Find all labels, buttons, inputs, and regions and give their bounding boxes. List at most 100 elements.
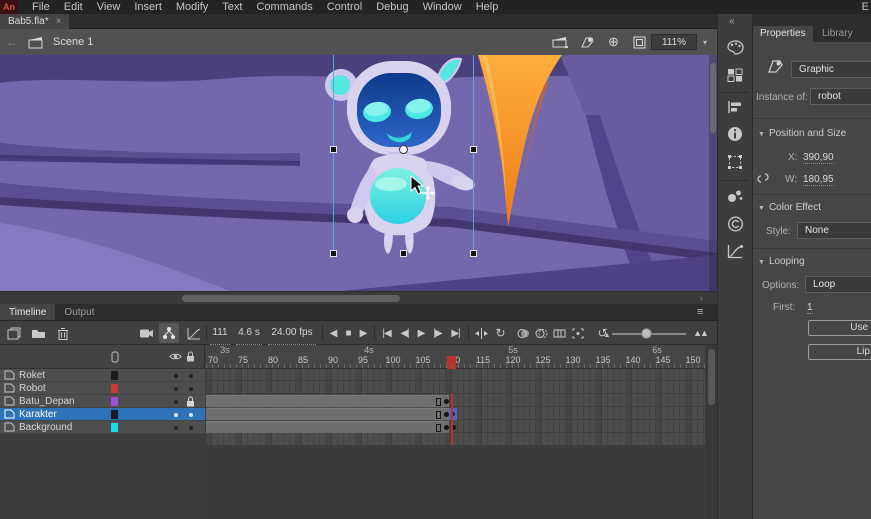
stage-horizontal-scrollbar[interactable]: ›	[0, 291, 717, 304]
layer-row-background[interactable]: Background	[0, 421, 205, 434]
layer-locked-icon[interactable]	[186, 396, 195, 407]
timeline-zoom-knob[interactable]	[641, 328, 652, 339]
visibility-dot[interactable]	[174, 400, 178, 404]
layer-color-swatch[interactable]	[111, 397, 118, 406]
lock-dot[interactable]	[189, 387, 193, 391]
stage-vertical-scrollbar[interactable]	[709, 55, 717, 291]
menu-window[interactable]: Window	[423, 0, 462, 14]
clip-content-button[interactable]	[633, 29, 646, 55]
edit-scene-button[interactable]	[552, 29, 568, 55]
w-value[interactable]: 180,95	[803, 174, 834, 186]
new-folder-button[interactable]	[28, 321, 48, 345]
layer-row-batu-depan[interactable]: Batu_Depan	[0, 395, 205, 408]
instance-name-field[interactable]: robot	[810, 88, 871, 105]
center-stage-button[interactable]: ⊕	[608, 29, 619, 55]
selection-handle-mid-left[interactable]	[330, 146, 337, 153]
lock-dot[interactable]	[189, 413, 193, 417]
selection-handle-mid-right[interactable]	[470, 146, 477, 153]
lock-dot[interactable]	[189, 374, 193, 378]
tab-properties[interactable]: Properties	[753, 26, 813, 42]
frame-span-background[interactable]	[206, 421, 449, 433]
frame-span-karakter[interactable]	[206, 408, 449, 420]
camera-button[interactable]	[136, 321, 156, 345]
go-to-first-frame-button[interactable]: |◀	[378, 321, 395, 345]
x-value[interactable]: 390,90	[803, 152, 834, 164]
play-forward-button[interactable]: ▶	[356, 321, 370, 345]
layer-color-swatch[interactable]	[111, 410, 118, 419]
visibility-dot[interactable]	[174, 426, 178, 430]
timeline-zoom-in-icon[interactable]: ▲▲	[690, 321, 710, 345]
align-panel-icon[interactable]	[727, 100, 743, 114]
use-frame-picker-button[interactable]: Use Fra	[808, 320, 871, 336]
menu-help[interactable]: Help	[476, 0, 499, 14]
selection-handle-bottom-left[interactable]	[330, 250, 337, 257]
section-position-size[interactable]: ▼Position and Size	[758, 128, 846, 139]
selection-edge-left[interactable]	[333, 55, 334, 254]
step-forward-one-frame-button[interactable]: |▶	[429, 321, 446, 345]
frame-rate[interactable]: 24.00 fps	[268, 321, 316, 345]
center-frame-button[interactable]	[472, 321, 490, 345]
tab-timeline[interactable]: Timeline	[0, 304, 55, 320]
close-icon[interactable]: ×	[56, 16, 62, 27]
visibility-dot[interactable]	[174, 374, 178, 378]
lock-dot[interactable]	[189, 426, 193, 430]
style-dropdown[interactable]: None	[797, 222, 871, 239]
menu-text[interactable]: Text	[222, 0, 242, 14]
onion-skin-outlines-button[interactable]	[533, 321, 550, 345]
layer-row-karakter[interactable]: Karakter	[0, 408, 205, 421]
menu-view[interactable]: View	[97, 0, 121, 14]
frame-grid[interactable]	[206, 369, 705, 445]
visibility-dot[interactable]	[174, 413, 178, 417]
info-panel-icon[interactable]	[727, 126, 743, 142]
expand-panels-icon[interactable]: «	[729, 16, 735, 27]
layer-color-swatch[interactable]	[111, 384, 118, 393]
menu-debug[interactable]: Debug	[376, 0, 408, 14]
selection-handle-bottom-right[interactable]	[470, 250, 477, 257]
modify-markers-button[interactable]	[569, 321, 586, 345]
menu-insert[interactable]: Insert	[134, 0, 162, 14]
transform-panel-icon[interactable]	[727, 154, 743, 170]
play-reverse-button[interactable]: ◀	[326, 321, 340, 345]
menu-modify[interactable]: Modify	[176, 0, 208, 14]
tab-library[interactable]: Library	[815, 26, 860, 42]
timeline-zoom-out-icon[interactable]: ▲	[600, 323, 614, 347]
selection-handle-bottom-center[interactable]	[400, 250, 407, 257]
color-panel-icon[interactable]	[727, 40, 744, 55]
onion-skin-button[interactable]	[515, 321, 532, 345]
edit-multiple-frames-button[interactable]	[551, 321, 568, 345]
go-to-last-frame-button[interactable]: ▶|	[447, 321, 464, 345]
lip-syncing-button[interactable]: Lip S	[808, 344, 871, 360]
delete-layer-button[interactable]	[53, 321, 73, 345]
stage-canvas[interactable]	[0, 55, 717, 291]
new-layer-button[interactable]	[4, 321, 24, 345]
brush-library-icon[interactable]	[727, 188, 743, 203]
layer-parenting-button[interactable]	[159, 323, 179, 343]
chevron-down-icon[interactable]: ▾	[703, 38, 707, 47]
lock-icon[interactable]	[186, 351, 195, 362]
scrollbar-thumb[interactable]	[182, 295, 400, 302]
edit-symbols-button[interactable]	[580, 29, 595, 55]
transform-point[interactable]	[399, 145, 408, 154]
timeline-ruler[interactable]: 3s 4s 5s 6s 70 75 80 85 90 95 100 105 11…	[206, 345, 705, 369]
frame-span-batu-depan[interactable]	[206, 395, 449, 407]
eye-icon[interactable]	[169, 352, 182, 361]
loop-playback-button[interactable]: ↻	[492, 321, 508, 345]
link-width-height-icon[interactable]	[756, 172, 770, 184]
tab-output[interactable]: Output	[55, 304, 103, 320]
visibility-dot[interactable]	[174, 387, 178, 391]
document-tab[interactable]: Bab5.fla* ×	[0, 14, 69, 29]
layer-row-robot[interactable]: Robot	[0, 382, 205, 395]
loop-options-dropdown[interactable]: Loop	[805, 276, 871, 293]
play-button[interactable]: ▶	[414, 321, 428, 345]
first-frame-value[interactable]: 1	[807, 302, 813, 314]
section-color-effect[interactable]: ▼Color Effect	[758, 202, 821, 213]
selection-edge-right[interactable]	[473, 55, 474, 254]
menu-edit[interactable]: Edit	[64, 0, 83, 14]
stop-button[interactable]: ■	[341, 321, 355, 345]
layer-color-swatch[interactable]	[111, 423, 118, 432]
cc-libraries-icon[interactable]	[727, 216, 744, 232]
motion-editor-icon[interactable]	[727, 244, 743, 259]
stage-zoom-select[interactable]: 111%	[651, 34, 697, 50]
current-frame-counter[interactable]: 111	[210, 321, 230, 345]
timeline-vertical-scrollbar[interactable]	[706, 345, 717, 519]
